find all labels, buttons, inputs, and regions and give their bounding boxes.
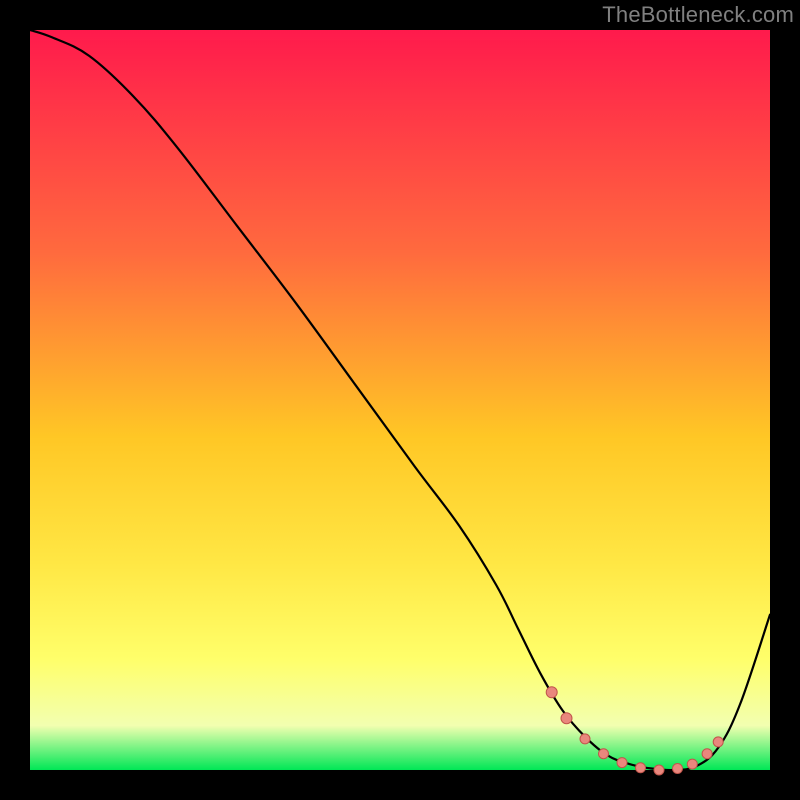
curve-marker <box>687 759 697 769</box>
curve-marker <box>654 765 664 775</box>
watermark-text: TheBottleneck.com <box>602 2 794 28</box>
curve-marker <box>702 749 712 759</box>
curve-marker <box>673 764 683 774</box>
chart-svg <box>0 0 800 800</box>
curve-marker <box>580 734 590 744</box>
curve-marker <box>599 749 609 759</box>
curve-marker <box>636 763 646 773</box>
curve-marker <box>546 687 557 698</box>
curve-marker <box>617 758 627 768</box>
curve-marker <box>713 737 723 747</box>
chart-frame: { "watermark": "TheBottleneck.com", "col… <box>0 0 800 800</box>
gradient-plot-area <box>30 30 770 770</box>
curve-marker <box>561 713 572 724</box>
